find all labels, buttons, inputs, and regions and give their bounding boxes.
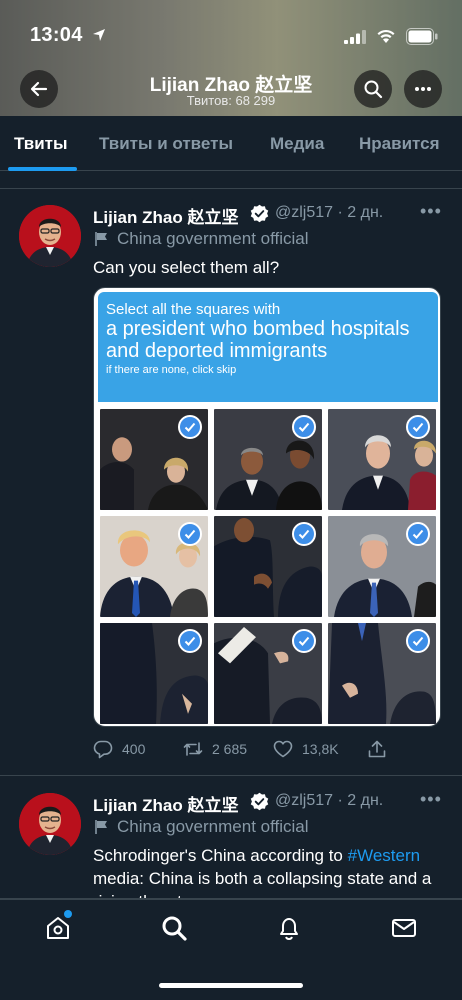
government-label: China government official	[117, 817, 309, 836]
tab-tweets[interactable]: Твиты	[14, 134, 67, 154]
tweet-more-button[interactable]: •••	[420, 201, 442, 222]
search-icon	[364, 80, 383, 99]
hashtag-link[interactable]: #Western	[348, 846, 420, 865]
like-button[interactable]: 13,8K	[273, 737, 339, 761]
tweet[interactable]: Lijian Zhao 赵立坚 @zlj517 · 2 дн. ••• Chin…	[0, 777, 462, 899]
captcha-header: Select all the squares with a president …	[98, 292, 438, 402]
profile-top-row: Lijian Zhao 赵立坚 Твитов: 68 299	[0, 62, 462, 116]
check-icon	[178, 522, 202, 546]
captcha-instruction: Select all the squares with	[106, 301, 281, 318]
avatar[interactable]	[19, 793, 81, 855]
retweet-icon	[183, 742, 203, 756]
more-horizontal-icon	[415, 87, 431, 91]
tweet-author[interactable]: Lijian Zhao 赵立坚	[93, 203, 238, 228]
like-count: 13,8K	[302, 741, 339, 757]
verified-badge-icon	[250, 204, 269, 223]
flag-icon	[95, 820, 107, 834]
search-icon[interactable]	[160, 914, 188, 942]
captcha-tile[interactable]	[214, 516, 322, 617]
check-icon	[292, 522, 316, 546]
tab-tweets-and-replies[interactable]: Твиты и ответы	[99, 134, 233, 154]
government-label: China government official	[117, 229, 309, 248]
check-icon	[292, 415, 316, 439]
verified-badge-icon	[250, 792, 269, 811]
captcha-hint: if there are none, click skip	[106, 364, 237, 376]
tweet-more-button[interactable]: •••	[420, 789, 442, 810]
share-button[interactable]	[367, 737, 387, 761]
captcha-tile[interactable]	[214, 623, 322, 724]
captcha-tile[interactable]	[100, 409, 208, 510]
check-icon	[406, 415, 430, 439]
tab-likes[interactable]: Нравится	[359, 134, 440, 154]
bell-icon[interactable]	[275, 914, 303, 942]
profile-tabs: Твиты Твиты и ответы Медиа Нравится	[0, 116, 462, 171]
tab-media[interactable]: Медиа	[270, 134, 324, 154]
avatar-portrait	[19, 205, 81, 267]
notification-dot	[64, 910, 72, 918]
tweet[interactable]: Lijian Zhao 赵立坚 @zlj517 · 2 дн. ••• Chin…	[0, 189, 462, 776]
tweet-handle-time: @zlj517 · 2 дн.	[275, 204, 384, 221]
check-icon	[178, 415, 202, 439]
tweet-author[interactable]: Lijian Zhao 赵立坚	[93, 791, 238, 816]
captcha-grid	[100, 409, 436, 724]
captcha-tile[interactable]	[328, 623, 436, 724]
battery-icon	[406, 28, 438, 45]
retweet-count: 2 685	[212, 741, 248, 757]
flag-icon	[95, 232, 107, 246]
more-button[interactable]	[404, 70, 442, 108]
tweet-actions: 400 2 685 13,8K	[93, 737, 443, 761]
heart-icon	[273, 740, 293, 758]
tweet-text-part: media: China is both a collapsing state …	[93, 869, 432, 898]
reply-icon	[93, 740, 113, 759]
divider	[0, 171, 462, 189]
reply-button[interactable]: 400	[93, 737, 145, 761]
profile-header: 13:04 Lijian Zhao 赵立坚 Твитов: 68 299	[0, 0, 462, 116]
status-bar: 13:04	[0, 0, 462, 60]
tweet-text: Can you select them all?	[93, 258, 280, 277]
tweet-text-part: Schrodinger's China according to	[93, 846, 348, 865]
search-button[interactable]	[354, 70, 392, 108]
captcha-tile[interactable]	[100, 623, 208, 724]
wifi-icon	[377, 29, 395, 43]
share-icon	[368, 740, 386, 758]
mail-icon[interactable]	[390, 914, 418, 942]
check-icon	[178, 629, 202, 653]
status-time: 13:04	[30, 24, 83, 46]
tweet-handle-time: @zlj517 · 2 дн.	[275, 792, 384, 809]
check-icon	[292, 629, 316, 653]
home-icon[interactable]	[44, 914, 72, 942]
retweet-button[interactable]: 2 685	[183, 737, 247, 761]
tweet-count: Твитов: 68 299	[186, 93, 276, 108]
avatar[interactable]	[19, 205, 81, 267]
captcha-target: a president who bombed hospitals and dep…	[106, 318, 410, 362]
home-indicator	[159, 983, 303, 988]
captcha-tile[interactable]	[214, 409, 322, 510]
check-icon	[406, 629, 430, 653]
location-arrow-icon	[93, 29, 105, 41]
captcha-tile[interactable]	[328, 516, 436, 617]
captcha-tile[interactable]	[100, 516, 208, 617]
tweet-image[interactable]: Select all the squares with a president …	[93, 287, 441, 727]
captcha-tile[interactable]	[328, 409, 436, 510]
cellular-signal-icon	[344, 30, 366, 44]
avatar-portrait	[19, 793, 81, 855]
reply-count: 400	[122, 741, 146, 757]
tweet-text: Schrodinger's China according to #Wester…	[93, 844, 443, 898]
check-icon	[406, 522, 430, 546]
